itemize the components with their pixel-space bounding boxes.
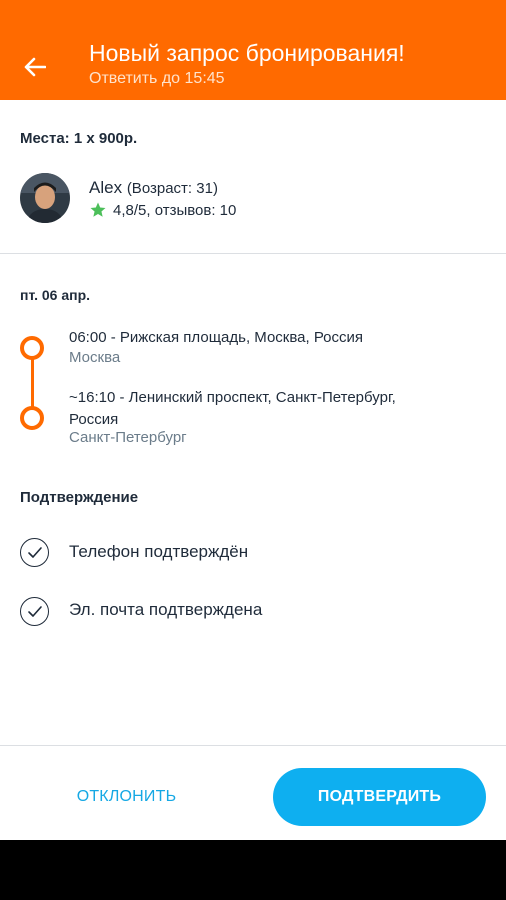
passenger-first-name: Alex bbox=[89, 178, 123, 197]
app-bar: Новый запрос бронирования! Ответить до 1… bbox=[0, 0, 506, 100]
actions-divider bbox=[0, 745, 506, 746]
passenger-rating: 4,8/5, отзывов: 10 bbox=[89, 201, 236, 219]
passenger-name[interactable]: Alex (Возраст: 31) bbox=[89, 178, 218, 198]
check-circle-icon bbox=[20, 538, 49, 567]
route-line bbox=[31, 356, 34, 408]
page-title: Новый запрос бронирования! bbox=[89, 40, 405, 66]
phone-verified-label: Телефон подтверждён bbox=[69, 542, 249, 561]
arrow-left-icon bbox=[24, 57, 46, 77]
arrival-stop: ~16:10 - Ленинский проспект, Санкт-Петер… bbox=[69, 389, 396, 428]
section-divider bbox=[0, 253, 506, 254]
departure-stop: 06:00 - Рижская площадь, Москва, Россия bbox=[69, 329, 364, 346]
departure-dot-icon bbox=[20, 336, 44, 360]
rating-text: 4,8/5, отзывов: 10 bbox=[113, 201, 237, 219]
arrival-dot-icon bbox=[20, 406, 44, 430]
verification-title: Подтверждение bbox=[20, 489, 139, 506]
confirm-button[interactable]: ПОДТВЕРДИТЬ bbox=[273, 768, 486, 826]
seats-price: Места: 1 x 900р. bbox=[20, 130, 138, 147]
departure-city: Москва bbox=[69, 349, 121, 366]
reply-deadline: Ответить до 15:45 bbox=[89, 70, 225, 87]
avatar[interactable] bbox=[20, 173, 70, 223]
check-circle-icon bbox=[20, 597, 49, 626]
star-icon bbox=[89, 201, 107, 219]
email-verified-label: Эл. почта подтверждена bbox=[69, 600, 263, 619]
decline-button[interactable]: ОТКЛОНИТЬ bbox=[20, 768, 233, 826]
trip-date: пт. 06 апр. bbox=[20, 287, 91, 303]
arrival-city: Санкт-Петербург bbox=[69, 429, 187, 446]
back-button[interactable] bbox=[18, 50, 52, 84]
passenger-age: (Возраст: 31) bbox=[126, 180, 218, 197]
system-nav-bar bbox=[0, 840, 506, 900]
